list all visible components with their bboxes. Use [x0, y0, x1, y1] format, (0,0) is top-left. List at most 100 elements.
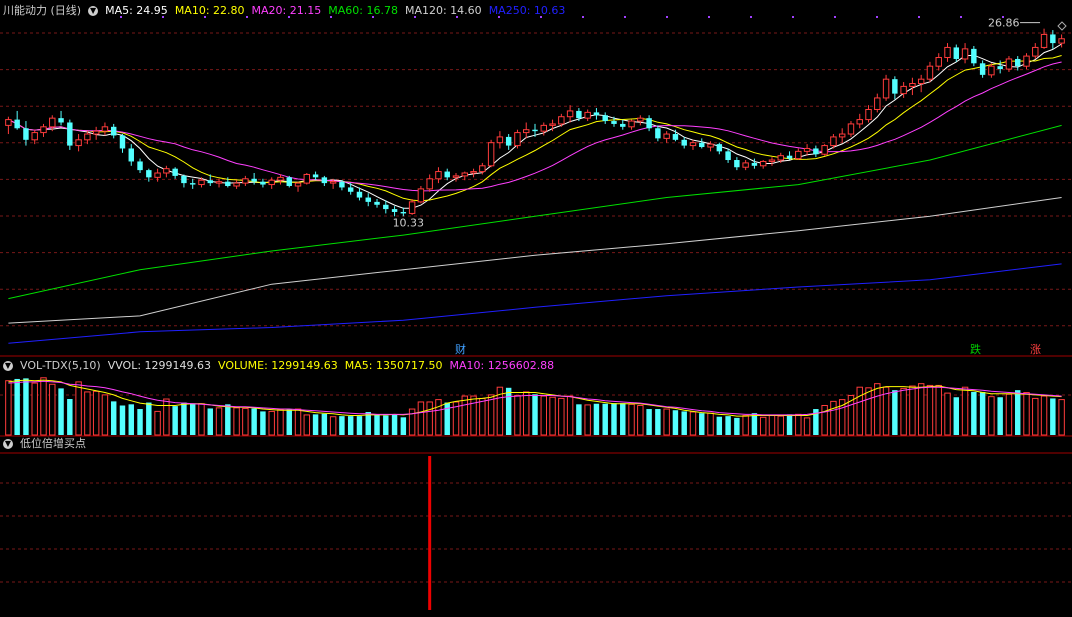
- candle-body-up: [759, 160, 767, 167]
- candle-body-down: [1050, 34, 1056, 44]
- candle-body-up: [426, 178, 433, 190]
- volume-bar-down: [971, 391, 977, 435]
- candle-body-up: [1005, 58, 1013, 70]
- volume-bar-up: [101, 394, 109, 436]
- volume-bar-up: [909, 385, 916, 436]
- candle-body-up: [838, 133, 846, 138]
- volume-bar-up: [856, 386, 863, 436]
- chart-root: 26.86 10.33 财 跌 涨: [0, 0, 1072, 613]
- candle-body-up: [5, 119, 12, 126]
- volume-bar-up: [926, 384, 934, 436]
- ma-label-0: MA5: 24.95: [105, 4, 168, 17]
- volume-bar-down: [137, 409, 143, 435]
- candle-body-up: [470, 171, 477, 174]
- candle-body-down: [172, 168, 178, 176]
- volume-bar-up: [514, 394, 521, 436]
- volume-bar-up: [1023, 392, 1030, 436]
- volume-bar-down: [786, 414, 793, 435]
- candle-body-down: [620, 123, 626, 127]
- candle-body-down: [813, 148, 819, 155]
- volume-bar-down: [532, 394, 538, 435]
- candle-body-up: [1023, 55, 1030, 67]
- candle-body-up: [479, 165, 486, 173]
- candle-body-down: [611, 121, 617, 124]
- candle-body-up: [663, 133, 670, 139]
- volume-header: ▼ VOL-TDX(5,10) VVOL: 1299149.63 VOLUME: …: [3, 359, 568, 373]
- volume-bar-down: [892, 390, 898, 435]
- volume-bar-up: [487, 394, 495, 436]
- volume-bar-down: [593, 403, 600, 435]
- candle-body-down: [532, 129, 538, 132]
- candle-body-down: [444, 171, 450, 178]
- candle-body-up: [566, 110, 574, 118]
- volume-bar-up: [163, 398, 170, 436]
- candle-body-up: [452, 175, 460, 178]
- volume-bar-down: [286, 409, 292, 435]
- candle-body-up: [637, 117, 644, 122]
- corner-diamond-icon: [1057, 21, 1067, 31]
- top-dot-marker: [792, 16, 794, 18]
- candle-body-up: [303, 173, 311, 184]
- volume-bar-down: [347, 416, 354, 435]
- top-dot-marker: [834, 16, 836, 18]
- candle-body-up: [707, 143, 714, 148]
- candle-body-up: [154, 172, 161, 178]
- candle-body-up: [408, 201, 416, 214]
- volume-legend: VVOL: 1299149.63 VOLUME: 1299149.63 MA5: 1…: [108, 359, 562, 373]
- volume-bar-down: [67, 399, 73, 435]
- volume-bar-up: [417, 401, 425, 436]
- volume-bar-down: [172, 406, 178, 435]
- candle-body-up: [242, 178, 249, 184]
- candle-body-down: [646, 118, 652, 129]
- candle-body-up: [277, 176, 284, 181]
- top-dot-marker: [876, 16, 878, 18]
- candle-body-down: [128, 148, 134, 162]
- volume-bar-up: [689, 411, 697, 436]
- volume-bar-up: [92, 390, 100, 436]
- candle-body-up: [40, 126, 47, 134]
- candle-body-down: [23, 128, 29, 140]
- candle-body-down: [786, 155, 793, 159]
- candle-body-up: [803, 147, 811, 152]
- volume-bar-down: [391, 414, 398, 435]
- candle-body-up: [882, 78, 890, 99]
- ma-label-4: MA120: 14.60: [404, 4, 482, 17]
- volume-bar-down: [23, 378, 29, 435]
- volume-bar-up: [961, 386, 969, 436]
- candle-body-down: [146, 170, 152, 178]
- low-price-label: 10.33: [393, 216, 425, 229]
- vol-label-0: VVOL: 1299149.63: [107, 359, 212, 372]
- candle-body-up: [215, 181, 223, 184]
- collapse-triangle-icon[interactable]: ▼: [3, 361, 13, 371]
- candle-body-up: [163, 168, 170, 174]
- volume-indicator-title: VOL-TDX(5,10): [20, 359, 101, 372]
- volume-bar-up: [294, 408, 302, 436]
- volume-bar-down: [128, 404, 134, 435]
- candle-body-up: [417, 188, 425, 203]
- volume-bar-up: [540, 395, 547, 436]
- volume-bar-up: [549, 396, 556, 436]
- candle-body-up: [523, 129, 530, 134]
- candle-body-up: [865, 108, 872, 121]
- candle-body-up: [689, 142, 697, 147]
- candle-body-up: [558, 116, 565, 125]
- collapse-triangle-icon[interactable]: ▼: [3, 439, 13, 449]
- event-badge-2: 涨: [1030, 343, 1041, 356]
- candle-body-down: [67, 122, 73, 146]
- volume-bar-down: [979, 391, 986, 435]
- candle-body-down: [1015, 58, 1021, 67]
- candle-body-down: [260, 181, 266, 185]
- volume-bar-up: [198, 403, 205, 436]
- candle-body-up: [909, 83, 916, 87]
- volume-bar-up: [40, 377, 47, 436]
- candle-body-up: [944, 46, 951, 59]
- candle-body-down: [347, 187, 354, 192]
- volume-bar-up: [268, 410, 275, 436]
- volume-bar-down: [58, 388, 64, 435]
- collapse-triangle-icon[interactable]: ▼: [88, 6, 99, 16]
- vol-label-3: MA10: 1256602.88: [449, 359, 555, 372]
- candle-body-down: [681, 139, 687, 146]
- volume-bar-down: [655, 409, 661, 435]
- candle-body-down: [365, 197, 371, 202]
- volume-bar-down: [611, 403, 617, 435]
